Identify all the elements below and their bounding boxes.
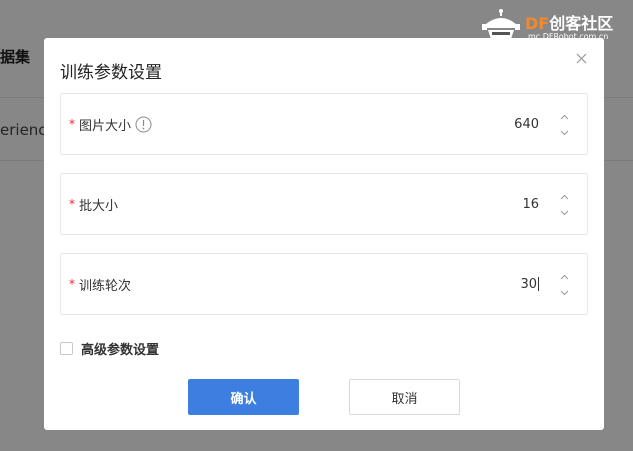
batch-size-field: * 批大小 16 <box>60 173 588 235</box>
confirm-button[interactable]: 确认 <box>188 379 299 415</box>
cancel-button[interactable]: 取消 <box>349 379 460 415</box>
watermark-brand-df: DF <box>525 14 550 33</box>
image-size-input[interactable]: 640 <box>514 94 539 154</box>
image-size-stepper <box>557 111 571 139</box>
decrement-button[interactable] <box>557 127 571 139</box>
advanced-settings-label: 高级参数设置 <box>81 343 160 358</box>
increment-button[interactable] <box>557 271 571 283</box>
epochs-input[interactable]: 30 <box>520 254 539 314</box>
image-size-label-text: 图片大小 <box>79 118 132 134</box>
image-size-label: * 图片大小 <box>69 94 152 154</box>
decrement-button[interactable] <box>557 287 571 299</box>
training-params-dialog: 训练参数设置 * 图片大小 640 * 批大小 16 * 训练轮次 30 高级参… <box>44 38 604 430</box>
chevron-down-icon <box>560 290 568 296</box>
required-mark: * <box>69 277 75 291</box>
epochs-input-value: 30 <box>520 276 537 292</box>
required-mark: * <box>69 197 75 211</box>
decrement-button[interactable] <box>557 207 571 219</box>
chevron-up-icon <box>560 194 568 200</box>
epochs-label: * 训练轮次 <box>69 254 131 314</box>
increment-button[interactable] <box>557 111 571 123</box>
chevron-up-icon <box>560 114 568 120</box>
increment-button[interactable] <box>557 191 571 203</box>
batch-size-label: * 批大小 <box>69 174 118 234</box>
dialog-title: 训练参数设置 <box>60 63 162 83</box>
advanced-settings-checkbox[interactable] <box>60 342 73 355</box>
info-circle-icon[interactable] <box>135 116 152 133</box>
epochs-stepper <box>557 271 571 299</box>
advanced-settings-toggle[interactable]: 高级参数设置 <box>60 339 159 358</box>
watermark-brand: DF创客社区 <box>525 10 613 34</box>
epochs-field: * 训练轮次 30 <box>60 253 588 315</box>
chevron-down-icon <box>560 130 568 136</box>
chevron-up-icon <box>560 274 568 280</box>
epochs-label-text: 训练轮次 <box>79 278 132 294</box>
image-size-field: * 图片大小 640 <box>60 93 588 155</box>
text-caret <box>538 277 539 291</box>
chevron-down-icon <box>560 210 568 216</box>
batch-size-input[interactable]: 16 <box>522 174 539 234</box>
close-icon <box>576 53 586 63</box>
required-mark: * <box>69 117 75 131</box>
batch-size-stepper <box>557 191 571 219</box>
batch-size-label-text: 批大小 <box>79 198 119 214</box>
close-button[interactable] <box>571 48 591 68</box>
watermark-brand-name: 创客社区 <box>549 14 614 33</box>
